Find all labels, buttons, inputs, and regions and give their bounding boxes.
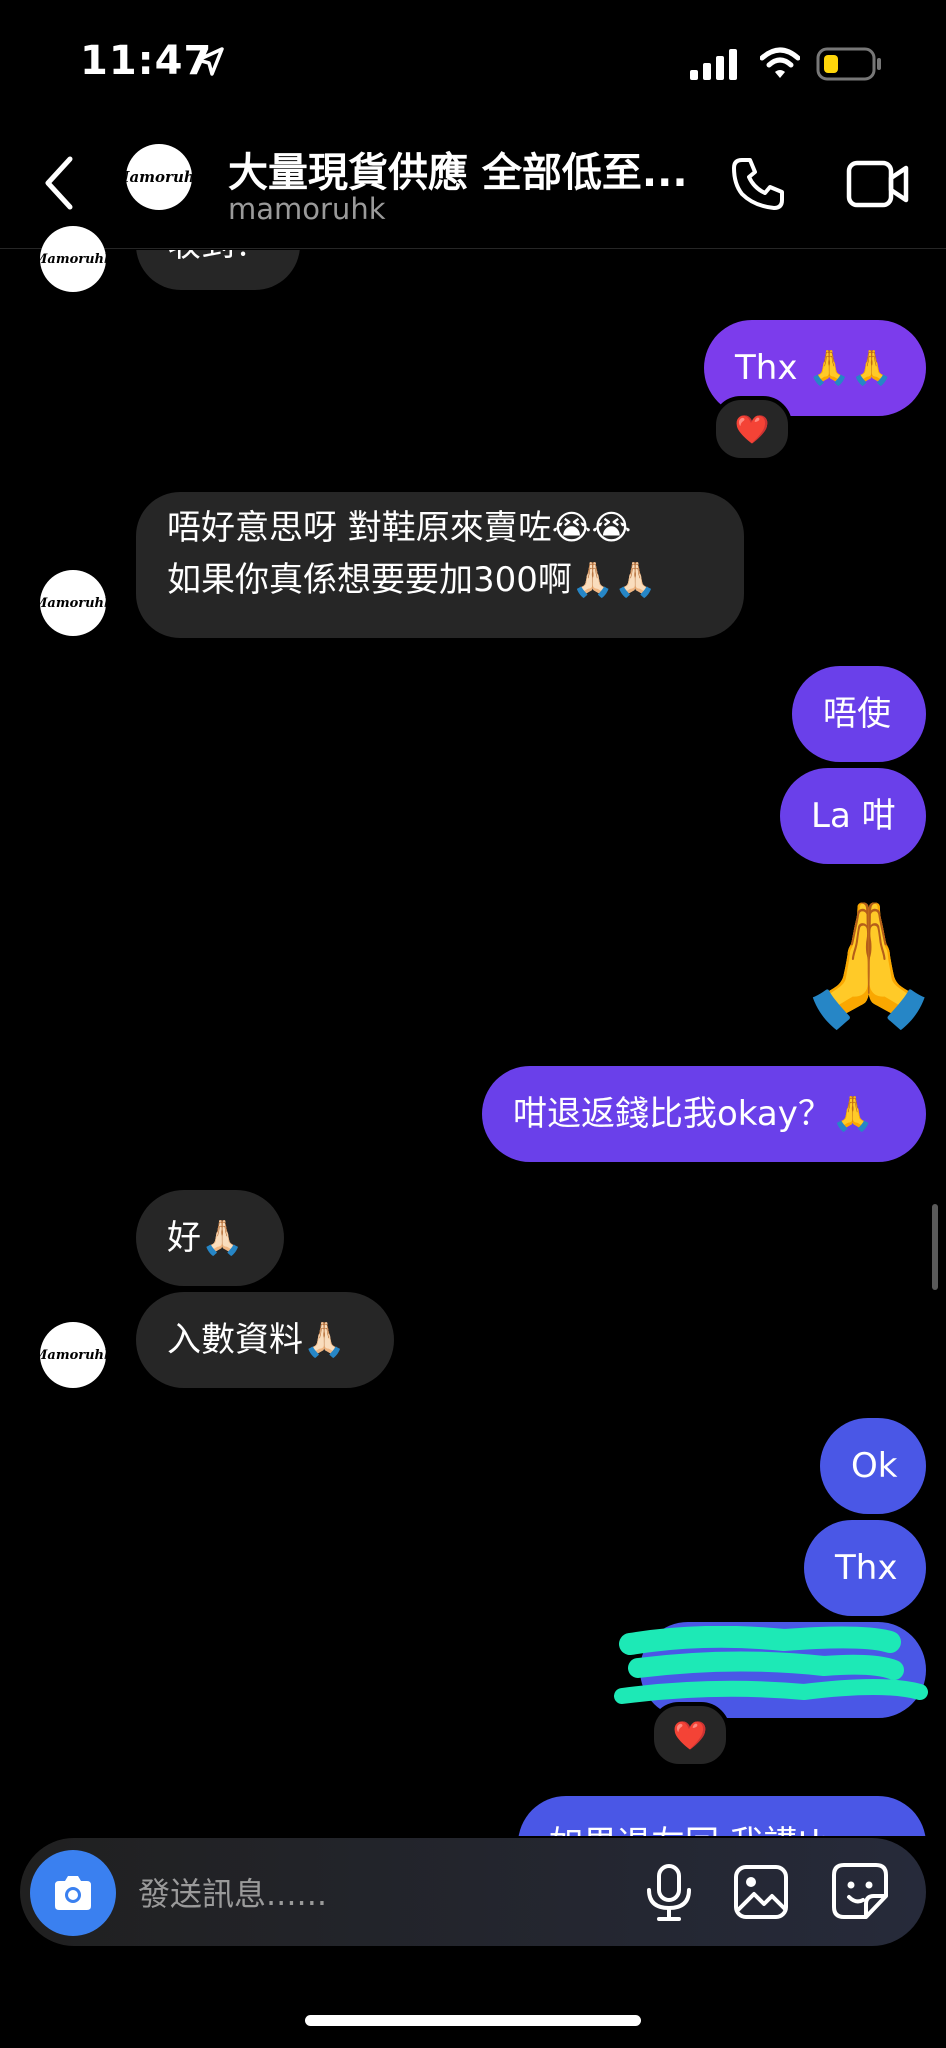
message-text: 咁退返錢比我okay？🙏 [513, 1094, 875, 1134]
microphone-icon[interactable] [640, 1862, 698, 1924]
message-text: 入數資料🙏🏻 [167, 1320, 346, 1360]
message-text-line-2: 如果你真係想要要加300啊🙏🏻🙏🏻 [167, 560, 657, 600]
battery-icon [816, 47, 881, 81]
chat-title[interactable]: 大量現貨供應 全部低至... [228, 140, 698, 198]
message-incoming[interactable]: 唔好意思呀 對鞋原來賣咗😭😭 如果你真係想要要加300啊🙏🏻🙏🏻 [136, 492, 744, 638]
message-text: La 咁 [811, 796, 896, 836]
back-button[interactable] [34, 150, 84, 216]
message-text: Ok [851, 1446, 898, 1486]
praying-hands-emoji[interactable]: 🙏 [794, 900, 943, 1030]
chat-username[interactable]: mamoruhk [228, 192, 386, 226]
header-avatar[interactable]: Mamoruhk [126, 144, 192, 210]
avatar-logo-text: Mamoruhk [40, 1347, 106, 1363]
message-outgoing[interactable]: 咁退返錢比我okay？🙏 [482, 1066, 926, 1162]
avatar-logo-text: Mamoruhk [40, 595, 106, 611]
heart-reaction[interactable]: ❤️ [650, 1702, 730, 1768]
heart-reaction[interactable]: ❤️ [712, 396, 792, 462]
message-outgoing[interactable]: 唔使 [792, 666, 926, 762]
message-incoming[interactable]: 入數資料🙏🏻 [136, 1292, 394, 1388]
header-divider [0, 248, 946, 249]
location-arrow-icon [196, 47, 224, 76]
scrollbar[interactable] [932, 1204, 938, 1290]
photo-icon[interactable] [732, 1862, 790, 1922]
avatar-logo-text: Mamoruhk [40, 251, 106, 267]
sender-avatar[interactable]: Mamoruhk [40, 1322, 106, 1388]
camera-icon [55, 1876, 91, 1910]
message-text: Thx 🙏🙏 [735, 348, 893, 388]
camera-button[interactable] [30, 1850, 116, 1936]
video-camera-icon[interactable] [846, 158, 910, 210]
phone-icon[interactable] [728, 154, 788, 214]
redaction-scribble [614, 1626, 928, 1704]
sender-avatar[interactable]: Mamoruhk [40, 226, 106, 292]
message-incoming[interactable]: 好🙏🏻 [136, 1190, 284, 1286]
message-text: Thx [835, 1548, 898, 1588]
avatar-logo-text: Mamoruhk [126, 168, 192, 186]
message-text: 好🙏🏻 [167, 1218, 244, 1258]
message-text-line-1: 唔好意思呀 對鞋原來賣咗😭😭 [167, 508, 632, 548]
message-outgoing[interactable]: Thx [804, 1520, 926, 1616]
cellular-signal-icon [690, 49, 737, 80]
status-time: 11:47 [80, 38, 213, 84]
wifi-icon [760, 47, 800, 78]
message-input[interactable] [136, 1868, 620, 1920]
sticker-icon[interactable] [830, 1860, 890, 1922]
message-text: 唔使 [823, 694, 891, 734]
message-outgoing[interactable]: La 咁 [780, 768, 926, 864]
chevron-left-icon [45, 156, 73, 210]
message-text: 收到？ [167, 225, 269, 265]
heart-icon: ❤️ [734, 412, 770, 446]
home-indicator [305, 2015, 641, 2026]
sender-avatar[interactable]: Mamoruhk [40, 570, 106, 636]
heart-icon: ❤️ [672, 1718, 708, 1752]
message-outgoing[interactable]: Ok [820, 1418, 926, 1514]
